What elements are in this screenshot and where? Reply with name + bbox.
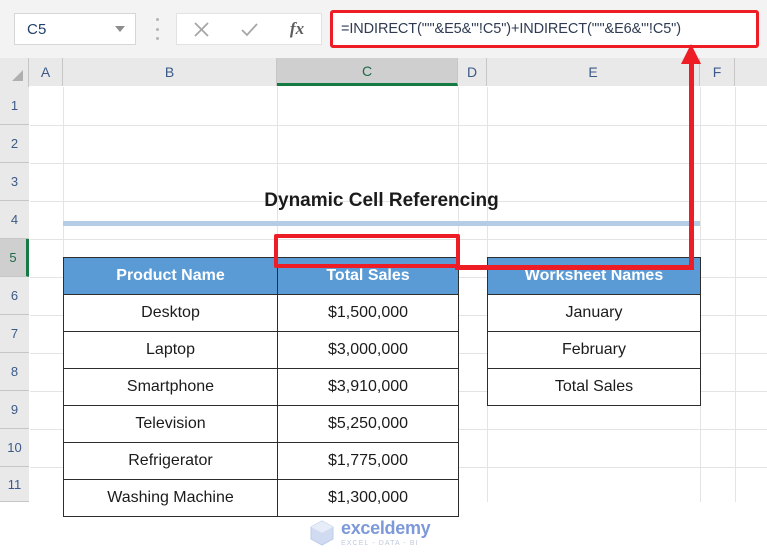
row-header-1-label: 1 — [10, 98, 19, 113]
cell-worksheet-name[interactable]: January — [487, 294, 701, 332]
row-header-7[interactable]: 7 — [0, 315, 29, 353]
cell-product-name[interactable]: Refrigerator — [63, 442, 278, 480]
formula-bar-strip: C5 fx =INDIRECT("'"&E5&"'!C5")+INDIRECT(… — [0, 0, 767, 58]
watermark-tagline: EXCEL - DATA - BI — [341, 540, 419, 547]
row-header-8[interactable]: 8 — [0, 353, 29, 391]
watermark-brand: exceldemy — [341, 518, 431, 538]
table-row[interactable]: January — [487, 294, 701, 332]
row-header-10-label: 10 — [7, 440, 22, 455]
table-row[interactable]: Television $5,250,000 — [63, 405, 459, 443]
row-header-11-label: 11 — [7, 476, 22, 492]
row-header-6[interactable]: 6 — [0, 277, 29, 315]
column-header-overflow — [735, 58, 767, 86]
cell-total-sales[interactable]: $3,000,000 — [277, 331, 459, 369]
column-header-d[interactable]: D — [458, 58, 487, 86]
table-row[interactable]: Smartphone $3,910,000 — [63, 368, 459, 406]
row-header-5-label: 5 — [9, 250, 17, 265]
column-header-b-label: B — [164, 64, 175, 80]
column-header-e[interactable]: E — [487, 58, 700, 86]
product-sales-table: Product Name Total Sales Desktop $1,500,… — [63, 257, 459, 517]
check-icon[interactable] — [229, 14, 269, 44]
table-row[interactable]: Total Sales — [487, 368, 701, 406]
row-header-2-label: 2 — [10, 136, 19, 151]
cell-total-sales[interactable]: $5,250,000 — [277, 405, 459, 443]
column-header-b[interactable]: B — [63, 58, 277, 86]
row-header-5[interactable]: 5 — [0, 239, 29, 277]
row-header-6-label: 6 — [10, 288, 19, 303]
table-row[interactable]: Desktop $1,500,000 — [63, 294, 459, 332]
table-row[interactable]: February — [487, 331, 701, 369]
chevron-down-icon[interactable] — [115, 26, 125, 32]
fx-label: fx — [289, 19, 305, 38]
row-header-9[interactable]: 9 — [0, 391, 29, 429]
column-header-e-label: E — [588, 64, 598, 80]
row-header-9-label: 9 — [10, 402, 19, 417]
close-icon[interactable] — [181, 14, 221, 44]
watermark-text: exceldemy EXCEL - DATA - BI — [341, 518, 431, 547]
gridline-h — [30, 163, 767, 164]
formula-text: =INDIRECT("'"&E5&"'!C5")+INDIRECT("'"&E6… — [341, 21, 681, 37]
title-divider — [63, 221, 700, 226]
column-header-worksheet-names[interactable]: Worksheet Names — [487, 257, 701, 295]
column-header-product-name[interactable]: Product Name — [63, 257, 278, 295]
row-header-1[interactable]: 1 — [0, 87, 29, 125]
row-header-3-label: 3 — [10, 174, 19, 189]
formula-action-group: fx — [176, 13, 322, 45]
cell-product-name[interactable]: Washing Machine — [63, 479, 278, 517]
gridline-h — [30, 125, 767, 126]
gridline-h — [30, 239, 767, 240]
column-header-f-label: F — [712, 64, 722, 80]
row-header-10[interactable]: 10 — [0, 429, 29, 467]
column-header-c-label: C — [361, 62, 373, 79]
exceldemy-watermark: exceldemy EXCEL - DATA - BI — [309, 513, 461, 553]
exceldemy-logo-icon — [309, 519, 335, 547]
cell-product-name[interactable]: Laptop — [63, 331, 278, 369]
vertical-dots-icon — [152, 18, 162, 40]
name-box[interactable]: C5 — [14, 13, 136, 45]
table-row[interactable]: Refrigerator $1,775,000 — [63, 442, 459, 480]
gridline-v — [735, 87, 736, 502]
row-header-8-label: 8 — [10, 364, 19, 379]
cell-product-name[interactable]: Smartphone — [63, 368, 278, 406]
cell-total-sales[interactable]: $1,775,000 — [277, 442, 459, 480]
cell-total-sales[interactable]: $1,300,000 — [277, 479, 459, 517]
page-title: Dynamic Cell Referencing — [264, 190, 499, 211]
column-header-a[interactable]: A — [29, 58, 63, 86]
worksheet-names-table: Worksheet Names January February Total S… — [487, 257, 701, 406]
cell-worksheet-name[interactable]: Total Sales — [487, 368, 701, 406]
row-header-2[interactable]: 2 — [0, 125, 29, 163]
table-row[interactable]: Laptop $3,000,000 — [63, 331, 459, 369]
column-header-a-label: A — [40, 64, 51, 80]
select-all-corner-icon[interactable] — [0, 58, 29, 86]
excel-window: C5 fx =INDIRECT("'"&E5&"'!C5")+INDIRECT(… — [0, 0, 767, 547]
cell-total-sales[interactable]: $3,910,000 — [277, 368, 459, 406]
name-box-value: C5 — [27, 20, 47, 38]
column-header-c[interactable]: C — [277, 58, 458, 86]
spreadsheet-grid: A B C D E F 1 2 3 4 5 6 7 8 9 10 11 Dyna… — [0, 58, 767, 547]
formula-input[interactable]: =INDIRECT("'"&E5&"'!C5")+INDIRECT("'"&E6… — [330, 10, 759, 48]
table-header-row: Worksheet Names — [487, 257, 701, 295]
cell-product-name[interactable]: Desktop — [63, 294, 278, 332]
cell-product-name[interactable]: Television — [63, 405, 278, 443]
column-header-d-label: D — [466, 64, 478, 80]
row-header-3[interactable]: 3 — [0, 163, 29, 201]
column-header-total-sales[interactable]: Total Sales — [277, 257, 459, 295]
column-header-f[interactable]: F — [700, 58, 735, 86]
cell-worksheet-name[interactable]: February — [487, 331, 701, 369]
fx-icon[interactable]: fx — [277, 14, 317, 44]
row-header-4[interactable]: 4 — [0, 201, 29, 239]
row-header-7-label: 7 — [10, 326, 19, 341]
cell-total-sales[interactable]: $1,500,000 — [277, 294, 459, 332]
table-row[interactable]: Washing Machine $1,300,000 — [63, 479, 459, 517]
row-header-4-label: 4 — [10, 212, 19, 227]
row-header-11[interactable]: 11 — [0, 467, 29, 502]
table-header-row: Product Name Total Sales — [63, 257, 459, 295]
